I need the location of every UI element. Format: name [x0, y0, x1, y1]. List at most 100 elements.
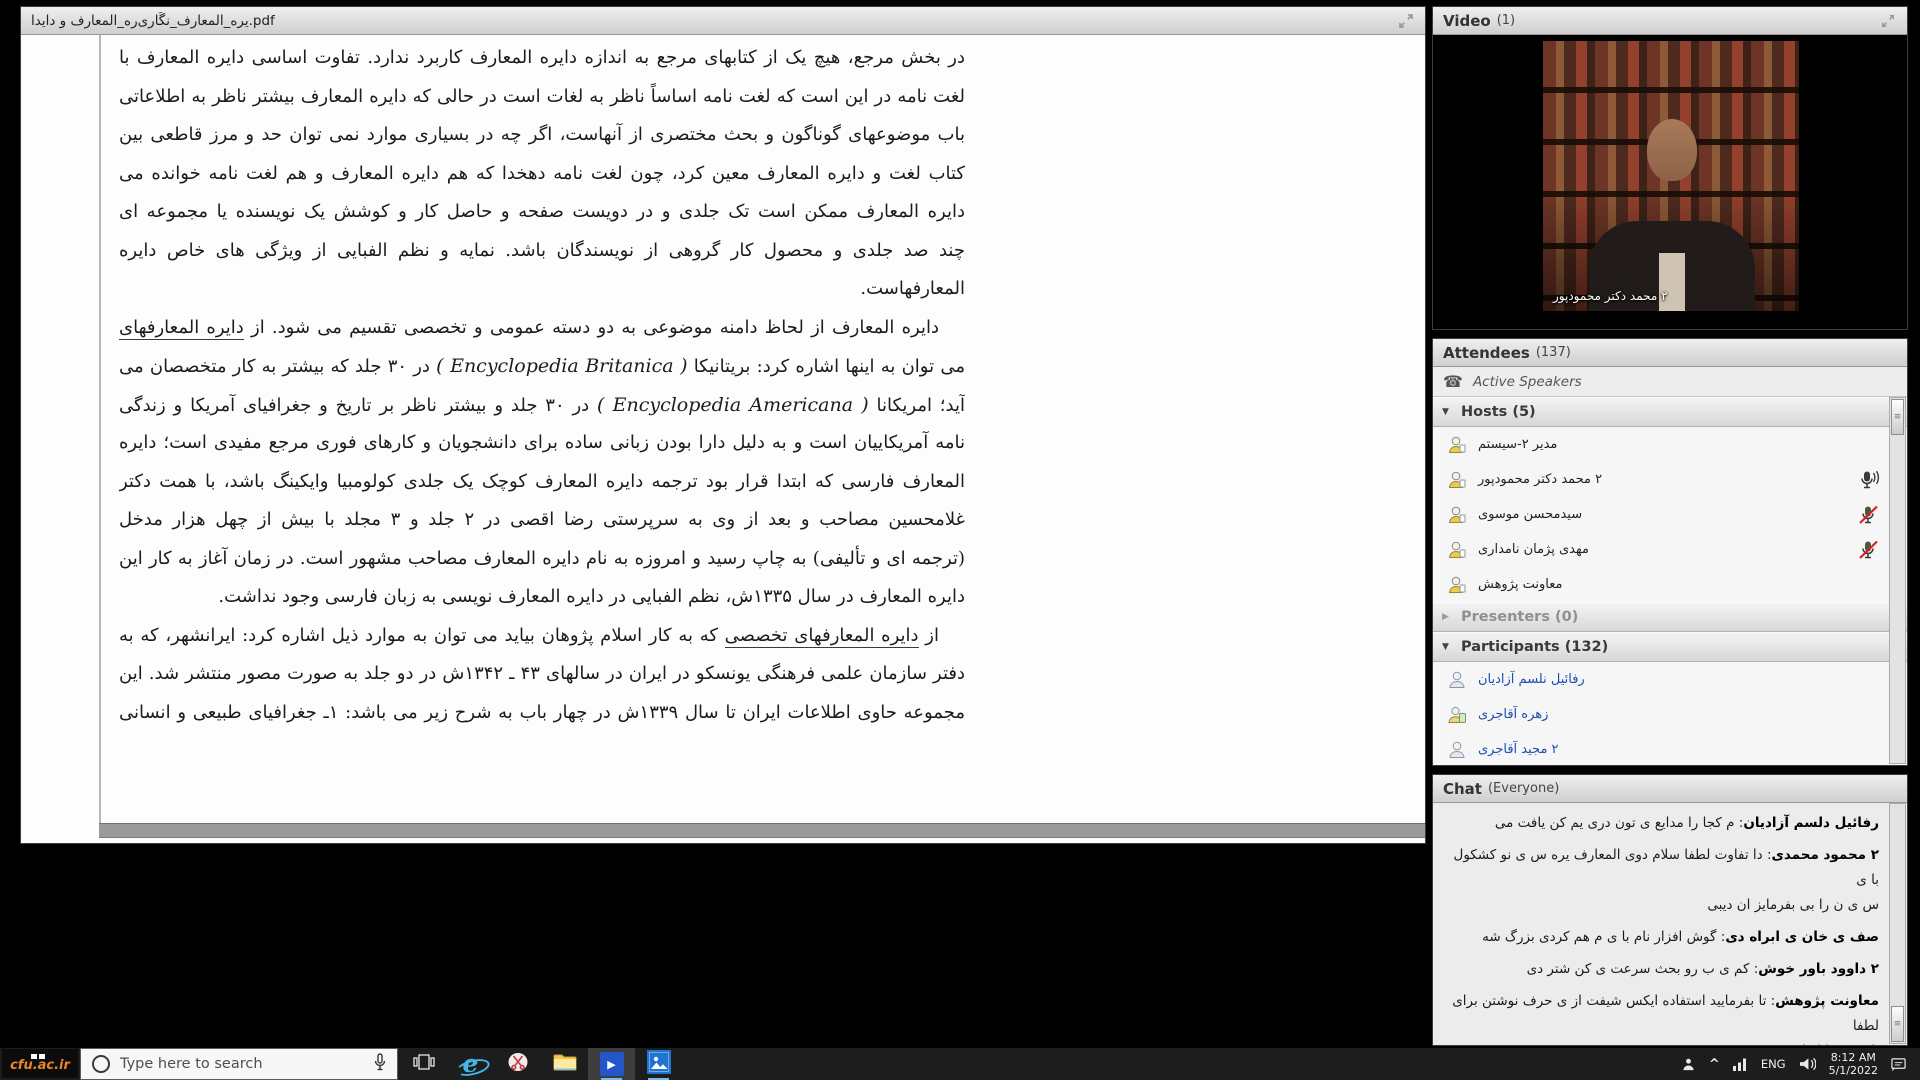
chat-message: ۲ محمود محمدی: دا تفاوت لطفا سلام دوی ال… [1445, 843, 1879, 918]
host-avatar-icon [1447, 470, 1467, 490]
pdf-text-line: نامه آمریکاییان است و به دلیل دارا بودن … [119, 424, 965, 463]
attendee-row[interactable]: معاونت پژوهش [1433, 567, 1907, 602]
pdf-text-line: چند صد جلدی و محصول کار گروهی از نویسندگ… [119, 232, 965, 271]
network-icon[interactable] [1733, 1058, 1748, 1071]
pdf-text-line: المعارف فارسی که ابتدا قرار بود ترجمه دا… [119, 463, 965, 502]
chevron-down-icon: ▼ [1442, 642, 1452, 652]
taskbar-icon-films-tv[interactable]: ▶ [588, 1048, 635, 1080]
host-avatar-icon [1447, 435, 1467, 455]
chat-message: معاونت پژوهش: تا بفرمایید استفاده ایکس ش… [1445, 989, 1879, 1046]
chat-message-list[interactable]: رفائیل دلسم آزادیان: م کجا را مدایع ی تو… [1433, 803, 1889, 1045]
host-avatar-icon [1447, 505, 1467, 525]
taskbar: cfu.ac.ir Type here to search e ▶ ^ ENG 8… [0, 1048, 1920, 1080]
document-pod-header: یره_المعارف_نگَاری‌ره_المعارف و دایدا.pd… [21, 7, 1425, 35]
active-speakers-row[interactable]: ☎ Active Speakers [1433, 367, 1907, 397]
attendee-name: ۲ محمد دکتر محمودپور [1478, 472, 1602, 487]
pdf-text-line: (ترجمه ای و تألیفی) به چاپ رسید و امروزه… [119, 540, 965, 579]
attendees-scrollbar[interactable]: ≡ [1889, 397, 1906, 764]
host-avatar-icon [1447, 575, 1467, 595]
chat-message: صف ی خان ی ابراه دی: گوش افزار نام با ی … [1445, 925, 1879, 950]
video-pod-title: Video [1443, 12, 1491, 30]
section-presenters[interactable]: ▶Presenters (0) [1433, 602, 1907, 632]
internet-explorer-icon: e [463, 1053, 479, 1075]
photos-icon [647, 1050, 671, 1078]
grip-icon: ≡ [1894, 412, 1902, 422]
chat-sender: صف ی خان ی ابراه دی [1725, 929, 1879, 945]
attendee-row[interactable]: رفائیل نلسم آزادیان [1433, 662, 1907, 697]
attendee-row[interactable]: مدیر ۲-سیستم [1433, 427, 1907, 462]
attendee-row[interactable]: ۲ محمد دکتر محمودپور [1433, 462, 1907, 497]
fullscreen-icon[interactable] [1397, 12, 1415, 30]
tray-time: 8:12 AM [1831, 1051, 1876, 1064]
chat-message: ۲ داوود باور خوش: کم ی ب رو بحث سرعت ی ک… [1445, 957, 1879, 982]
webcam-feed[interactable]: ۲ محمد دکتر محمودپور [1543, 41, 1799, 311]
chat-sender: رفائیل دلسم آزادیان [1743, 815, 1879, 831]
scroll-thumb[interactable]: ≡ [1891, 399, 1904, 435]
pdf-text-line: غلامحسین مصاحب و بعد از وی به سرپرستی رض… [119, 501, 965, 540]
taskbar-icon-file-explorer[interactable] [541, 1048, 588, 1080]
attendee-name: زهره آقاجری [1478, 707, 1548, 722]
video-stage: ۲ محمد دکتر محمودپور [1433, 35, 1907, 329]
mic-on-icon[interactable] [1857, 470, 1881, 490]
chat-text: م کجا را مدایع ی تون دری یم کن یافت می [1495, 815, 1735, 831]
chat-text: س ی ن را بی بفرمایز ان دیبی [1707, 897, 1879, 913]
watermark-text: cfu.ac.ir [10, 1059, 70, 1073]
attendees-pod-header: Attendees (137) [1433, 339, 1907, 367]
taskbar-icon-internet-explorer[interactable]: e [447, 1048, 494, 1080]
chevron-down-icon: ▼ [1442, 407, 1452, 417]
attendees-pod: Attendees (137) ☎ Active Speakers ▼ Hosts… [1432, 338, 1908, 766]
taskbar-icon-task-view[interactable] [400, 1048, 447, 1080]
pdf-text-line: دایره المعارف در سال ۱۳۳۵ش، نظم الفبایی … [119, 578, 965, 617]
pdf-text-line: باب موضوعهای گوناگون و بحث مختصری از آنه… [119, 116, 965, 155]
chat-scrollbar[interactable]: ≡ [1889, 803, 1906, 1044]
taskbar-icon-snipping-tool[interactable] [494, 1048, 541, 1080]
page-left-edge [99, 35, 101, 823]
attendee-row[interactable]: زهره آقاجری [1433, 697, 1907, 732]
attendee-name: معاونت پژوهش [1478, 577, 1563, 592]
volume-icon[interactable] [1799, 1057, 1816, 1071]
show-hidden-icons[interactable]: ^ [1709, 1057, 1720, 1072]
pdf-text-line: لغت نامه در این است که لغت نامه اساساً ن… [119, 78, 965, 117]
pdf-page[interactable]: در بخش مرجع، هیچ یک از کتابهای مرجع به ا… [21, 35, 1425, 843]
search-mic-icon[interactable] [373, 1053, 387, 1076]
attendee-name: مهدی پژمان نامداری [1478, 542, 1589, 557]
page-separator [99, 823, 1425, 838]
attendee-name: سیدمحسن موسوی [1478, 507, 1582, 522]
pdf-text-line: آید؛ امریکانا ( Encyclopedia Americana )… [119, 386, 965, 425]
active-speakers-label: Active Speakers [1473, 374, 1582, 390]
file-explorer-icon [553, 1052, 577, 1076]
chat-title: Chat [1443, 780, 1482, 798]
section-participants[interactable]: ▼ Participants (132) [1433, 632, 1907, 662]
taskbar-search[interactable]: Type here to search [80, 1048, 398, 1080]
scroll-thumb[interactable]: ≡ [1891, 1006, 1904, 1042]
tray-date: 5/1/2022 [1829, 1064, 1878, 1077]
action-center-icon[interactable] [1891, 1057, 1906, 1072]
chat-text: گوش افزار نام با ی م هم کردی بزرگ شه [1482, 929, 1716, 945]
chat-message: رفائیل دلسم آزادیان: م کجا را مدایع ی تو… [1445, 811, 1879, 836]
mic-muted-icon[interactable] [1857, 505, 1881, 525]
attendee-row[interactable]: ۲ مجید آقاجری [1433, 732, 1907, 766]
chat-sender: معاونت پژوهش [1775, 993, 1879, 1009]
attendee-row[interactable]: سیدمحسن موسوی [1433, 497, 1907, 532]
section-label: Participants (132) [1461, 639, 1608, 655]
attendee-row[interactable]: مهدی پژمان نامداری [1433, 532, 1907, 567]
search-placeholder: Type here to search [120, 1056, 373, 1072]
task-view-icon [413, 1051, 435, 1077]
chat-sender: ۲ داوود باور خوش [1758, 961, 1879, 977]
watermark-logo: cfu.ac.ir [2, 1049, 78, 1078]
section-label: Hosts (5) [1461, 404, 1536, 420]
attendees-count: (137) [1536, 345, 1571, 360]
taskbar-icon-photos[interactable] [635, 1048, 682, 1080]
chat-sender: ۲ محمود محمدی [1772, 847, 1880, 863]
document-share-pod: یره_المعارف_نگَاری‌ره_المعارف و دایدا.pd… [20, 6, 1426, 844]
grip-icon: ≡ [1894, 1019, 1902, 1029]
people-icon[interactable] [1681, 1057, 1696, 1072]
clock[interactable]: 8:12 AM 5/1/2022 [1829, 1051, 1878, 1077]
pdf-text-line: می توان به اینها اشاره کرد: بریتانیکا ( … [119, 347, 965, 386]
language-indicator[interactable]: ENG [1761, 1057, 1786, 1071]
section-label: Presenters (0) [1461, 609, 1578, 625]
video-fullscreen-icon[interactable] [1879, 12, 1897, 30]
mic-muted-icon[interactable] [1857, 540, 1881, 560]
section-hosts[interactable]: ▼ Hosts (5) [1433, 397, 1907, 427]
attendee-name: مدیر ۲-سیستم [1478, 437, 1557, 452]
